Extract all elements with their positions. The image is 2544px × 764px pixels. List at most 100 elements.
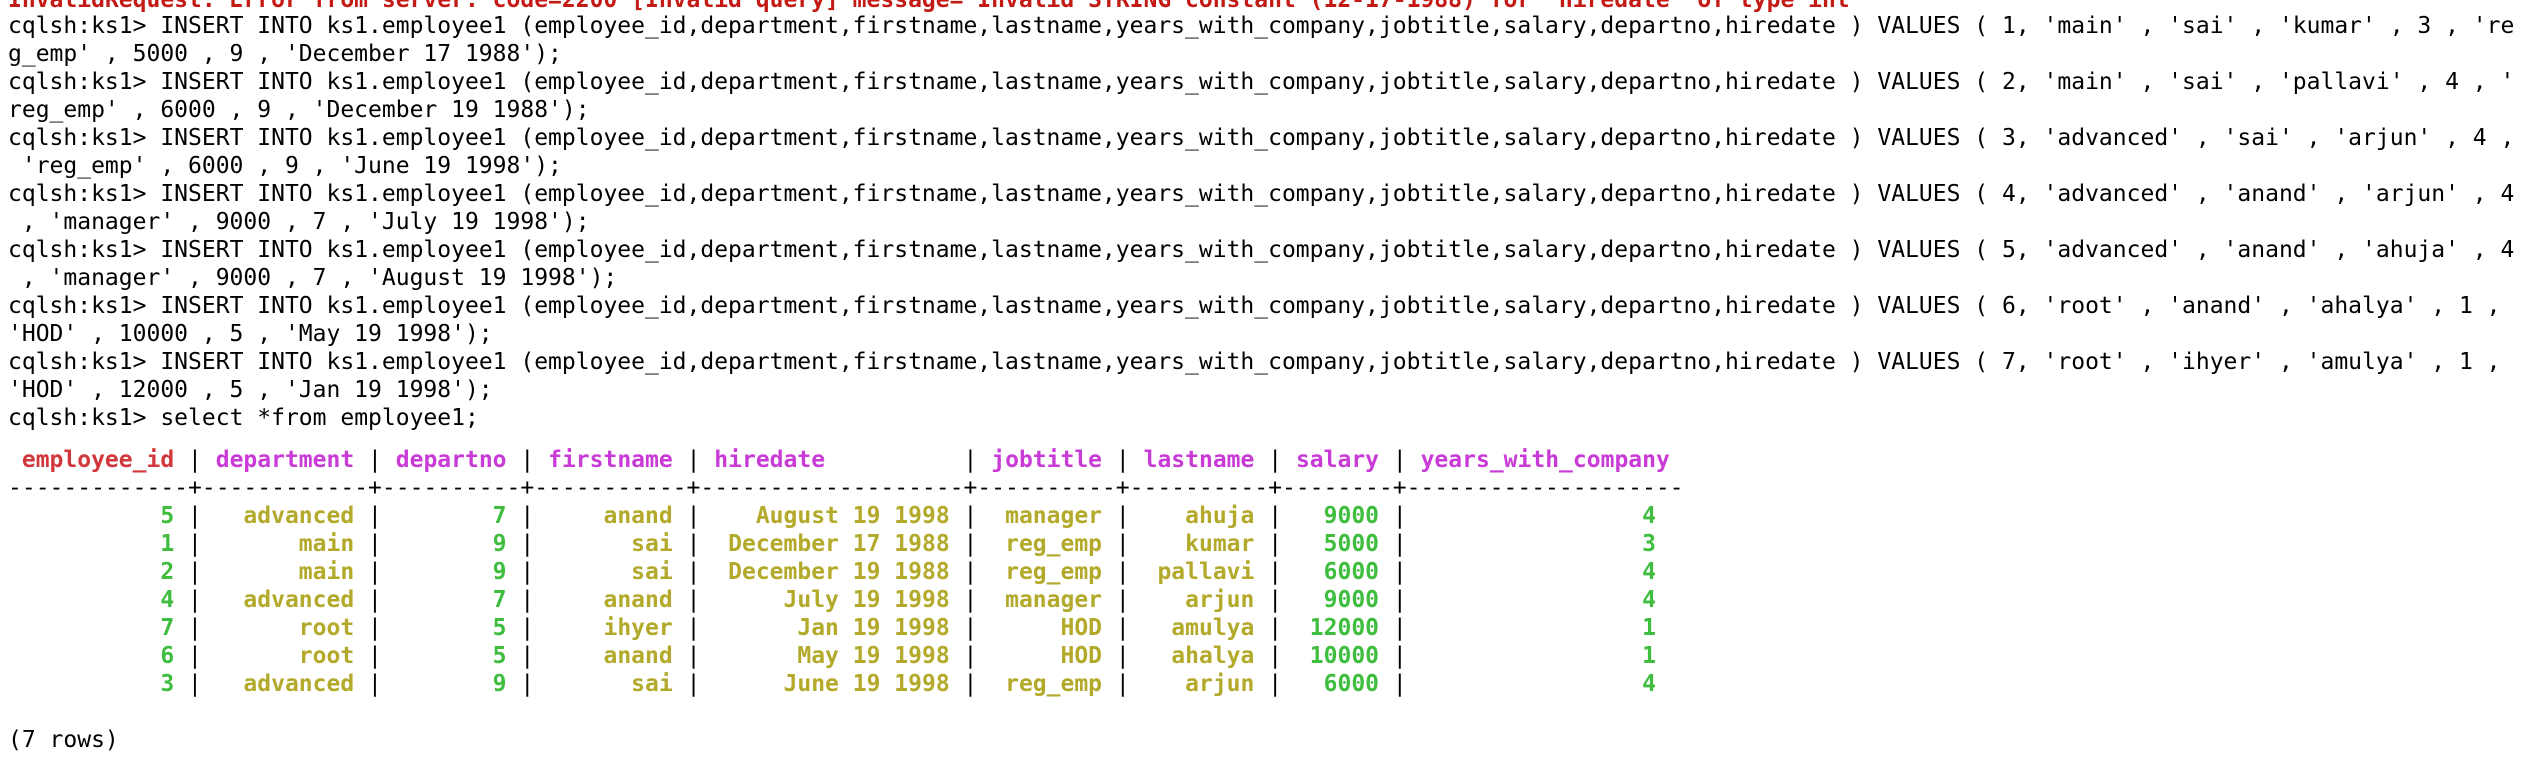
command-continuation: , 'manager' , 9000 , 7 , 'August 19 1998… [8,265,618,291]
table-cell: amulya [1129,615,1269,641]
table-cell: 5000 [1282,531,1393,557]
column-divider: | [1392,643,1407,669]
column-divider: | [368,643,382,669]
column-divider: | [1392,559,1407,585]
column-divider: | [1268,559,1283,585]
column-divider: | [188,643,202,669]
insert-command-line: cqlsh:ks1> INSERT INTO ks1.employee1 (em… [8,292,2544,320]
column-header: departno [381,447,521,473]
column-divider: | [188,531,202,557]
table-row: 4 | advanced | 7 | anand | July 19 1998 … [8,586,2544,614]
command-continuation: 'HOD' , 12000 , 5 , 'Jan 19 1998'); [8,377,493,403]
table-cell: 5 [381,643,521,669]
command-continuation: reg_emp' , 6000 , 9 , 'December 19 1988'… [8,97,590,123]
table-cell: December 17 1988 [700,531,964,557]
column-divider: | [1392,503,1407,529]
column-divider: | [1115,447,1130,473]
column-divider: | [188,615,202,641]
column-divider: | [963,671,978,697]
column-divider: | [188,503,202,529]
table-cell: ahalya [1129,643,1269,669]
prompt: cqlsh:ks1> [8,125,161,151]
column-divider: | [963,531,978,557]
command-text: INSERT INTO ks1.employee1 (employee_id,d… [160,237,2515,263]
table-row: 7 | root | 5 | ihyer | Jan 19 1998 | HOD… [8,614,2544,642]
column-header: jobtitle [977,447,1116,473]
table-cell: 4 [1406,559,1656,585]
column-divider: | [963,587,978,613]
table-cell: advanced [201,671,369,697]
command-text: INSERT INTO ks1.employee1 (employee_id,d… [160,181,2515,207]
table-cell: ahuja [1129,503,1269,529]
insert-command-line: cqlsh:ks1> INSERT INTO ks1.employee1 (em… [8,124,2544,152]
table-cell: 2 [8,559,189,585]
table-cell: reg_emp [977,559,1116,585]
column-divider: | [188,587,202,613]
table-cell: June 19 1998 [700,671,964,697]
table-cell: anand [534,503,687,529]
column-divider: | [1115,643,1130,669]
command-continuation: 'HOD' , 10000 , 5 , 'May 19 1998'); [8,321,493,347]
column-divider: | [1115,615,1130,641]
table-cell: anand [534,587,687,613]
insert-command-line: cqlsh:ks1> INSERT INTO ks1.employee1 (em… [8,12,2544,40]
command-text: select *from employee1; [160,405,479,431]
column-divider: | [1268,587,1283,613]
table-cell: December 19 1988 [700,559,964,585]
column-divider: | [1268,447,1283,473]
column-divider: | [1268,531,1283,557]
column-divider: | [1392,531,1407,557]
column-header: firstname [534,447,687,473]
table-cell: 3 [8,671,189,697]
prompt: cqlsh:ks1> [8,293,161,319]
result-rows: 5 | advanced | 7 | anand | August 19 199… [8,502,2544,698]
column-divider: | [686,615,701,641]
table-cell: main [201,559,369,585]
column-divider: | [368,559,382,585]
command-text: INSERT INTO ks1.employee1 (employee_id,d… [160,69,2515,95]
table-cell: 4 [1406,587,1656,613]
column-divider: | [520,643,535,669]
result-table: employee_id | department | departno | fi… [8,446,2544,698]
table-cell: 9 [381,671,521,697]
column-divider: | [1115,671,1130,697]
command-continuation: 'reg_emp' , 6000 , 9 , 'June 19 1998'); [8,153,562,179]
column-divider: | [520,447,535,473]
column-divider: | [963,615,978,641]
table-row: 1 | main | 9 | sai | December 17 1988 | … [8,530,2544,558]
table-cell: 12000 [1282,615,1393,641]
insert-command-line: cqlsh:ks1> INSERT INTO ks1.employee1 (em… [8,236,2544,264]
table-cell: 9 [381,531,521,557]
insert-command-line: cqlsh:ks1> INSERT INTO ks1.employee1 (em… [8,348,2544,376]
column-header: department [201,447,369,473]
table-cell: 6000 [1282,559,1393,585]
column-divider: | [520,559,535,585]
command-continuation: g_emp' , 5000 , 9 , 'December 17 1988'); [8,41,562,67]
error-message: InvalidRequest: Error from server: code=… [8,0,2544,12]
terminal-window[interactable]: InvalidRequest: Error from server: code=… [0,0,2544,764]
column-divider: | [188,671,202,697]
table-row: 6 | root | 5 | anand | May 19 1998 | HOD… [8,642,2544,670]
column-divider: | [686,503,701,529]
table-cell: 1 [8,531,189,557]
command-text: INSERT INTO ks1.employee1 (employee_id,d… [160,349,2501,375]
table-cell: 4 [1406,503,1656,529]
column-divider: | [368,671,382,697]
column-divider: | [963,447,978,473]
column-divider: | [1268,615,1283,641]
column-divider: | [1392,587,1407,613]
table-cell: 7 [8,615,189,641]
table-cell: 7 [381,587,521,613]
command-history: cqlsh:ks1> INSERT INTO ks1.employee1 (em… [8,12,2544,404]
prompt: cqlsh:ks1> [8,69,161,95]
column-divider: | [1392,447,1407,473]
column-divider: | [1268,671,1283,697]
table-cell: 1 [1406,643,1656,669]
column-divider: | [1268,643,1283,669]
column-divider: | [520,615,535,641]
table-cell: advanced [201,587,369,613]
column-divider: | [368,503,382,529]
table-cell: sai [534,671,687,697]
column-divider: | [686,447,701,473]
command-text: INSERT INTO ks1.employee1 (employee_id,d… [160,13,2515,39]
